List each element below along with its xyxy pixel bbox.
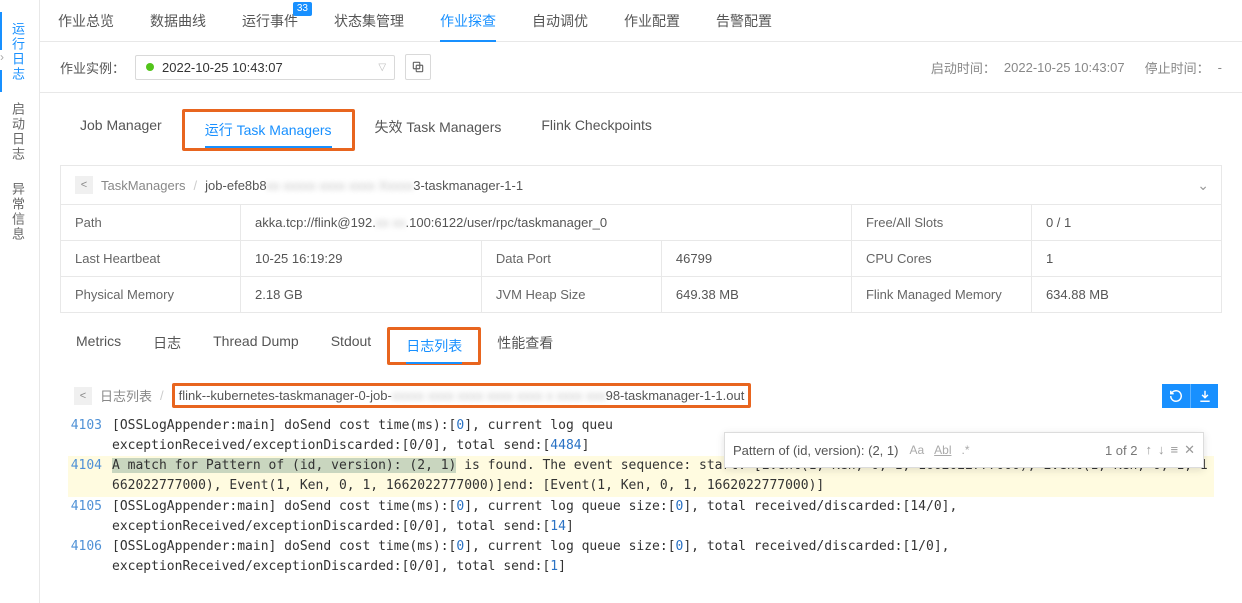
physmem-label: Physical Memory: [61, 277, 241, 313]
tab-curve[interactable]: 数据曲线: [132, 0, 224, 42]
breadcrumb-sep: /: [194, 178, 198, 193]
breadcrumb-current: job-efe8b8xx xxxxx xxxx xxxx Xxxxx3-task…: [205, 178, 523, 193]
tab-stateset[interactable]: 状态集管理: [316, 0, 422, 42]
search-word-toggle[interactable]: Abl: [931, 442, 954, 458]
instance-selected: 2022-10-25 10:43:07: [162, 60, 283, 75]
search-regex-toggle[interactable]: .*: [958, 442, 972, 458]
log-tabs: Metrics 日志 Thread Dump Stdout 日志列表 性能查看: [60, 327, 1222, 365]
tab-checkpoints[interactable]: Flink Checkpoints: [521, 109, 672, 151]
tab-running-tm[interactable]: 运行 Task Managers: [185, 112, 352, 148]
search-input[interactable]: Pattern of (id, version): (2, 1): [733, 443, 898, 458]
tab-inspect[interactable]: 作业探查: [422, 0, 514, 42]
sidebar: › 运行日志 启动日志 异常信息: [0, 0, 40, 603]
sidebar-item-exception[interactable]: 异常信息: [0, 172, 39, 252]
breadcrumb-parent[interactable]: TaskManagers: [101, 178, 186, 193]
search-menu-button[interactable]: ≡: [1171, 442, 1179, 458]
log-bc-sep: /: [160, 388, 164, 403]
tab-metrics[interactable]: Metrics: [60, 327, 137, 365]
start-time-value: 2022-10-25 10:43:07: [1004, 60, 1125, 75]
tab-stdout[interactable]: Stdout: [315, 327, 387, 365]
start-time-label: 启动时间：: [931, 58, 996, 77]
instance-select[interactable]: 2022-10-25 10:43:07 ▽: [135, 55, 395, 80]
tab-events-label: 运行事件: [242, 13, 298, 29]
heartbeat-label: Last Heartbeat: [61, 241, 241, 277]
instance-label: 作业实例：: [60, 58, 125, 77]
highlight-running-tm: 运行 Task Managers: [182, 109, 355, 151]
tm-breadcrumb: < TaskManagers / job-efe8b8xx xxxxx xxxx…: [60, 165, 1222, 205]
highlight-logfile: flink--kubernetes-taskmanager-0-job-xxxx…: [172, 383, 752, 408]
cpu-value: 1: [1031, 241, 1221, 277]
managed-value: 634.88 MB: [1031, 277, 1221, 313]
heartbeat-value: 10-25 16:19:29: [241, 241, 482, 277]
heap-value: 649.38 MB: [661, 277, 851, 313]
stop-time-value: -: [1218, 60, 1222, 75]
log-line: 4106 [OSSLogAppender:main] doSend cost t…: [68, 537, 1214, 577]
chevron-down-icon: ▽: [378, 62, 386, 73]
log-breadcrumb: < 日志列表 / flink--kubernetes-taskmanager-0…: [60, 375, 1222, 416]
log-bc-back-button[interactable]: <: [74, 387, 92, 405]
tab-events[interactable]: 运行事件 33: [224, 0, 316, 42]
top-tabs: 作业总览 数据曲线 运行事件 33 状态集管理 作业探查 自动调优 作业配置 告…: [40, 0, 1242, 42]
refresh-button[interactable]: [1162, 384, 1190, 408]
log-text: [OSSLogAppender:main] doSend cost time(m…: [112, 497, 1214, 537]
log-bc-current: flink--kubernetes-taskmanager-0-job-xxxx…: [179, 388, 745, 403]
download-icon: [1198, 389, 1212, 403]
dataport-label: Data Port: [481, 241, 661, 277]
tm-info-table: Path akka.tcp://flink@192.xx xx.100:6122…: [60, 204, 1222, 313]
tab-autotune[interactable]: 自动调优: [514, 0, 606, 42]
sidebar-toggle[interactable]: ›: [0, 50, 14, 70]
status-dot-icon: [146, 63, 154, 71]
search-prev-button[interactable]: ↑: [1146, 442, 1153, 458]
tab-job-manager[interactable]: Job Manager: [60, 109, 182, 151]
slots-label: Free/All Slots: [851, 205, 1031, 241]
log-bc-parent[interactable]: 日志列表: [100, 386, 152, 405]
search-next-button[interactable]: ↓: [1158, 442, 1165, 458]
refresh-icon: [1169, 389, 1183, 403]
search-bar: Pattern of (id, version): (2, 1) Aa Abl …: [724, 432, 1204, 468]
tab-overview[interactable]: 作业总览: [40, 0, 132, 42]
line-number: 4105: [68, 497, 112, 537]
tab-threaddump[interactable]: Thread Dump: [197, 327, 315, 365]
search-close-button[interactable]: ✕: [1184, 442, 1195, 458]
download-button[interactable]: [1190, 384, 1218, 408]
instance-bar: 作业实例： 2022-10-25 10:43:07 ▽ 启动时间： 2022-1…: [40, 42, 1242, 93]
line-number: 4104: [68, 456, 112, 496]
events-badge: 33: [293, 2, 312, 16]
dataport-value: 46799: [661, 241, 851, 277]
stop-time-label: 停止时间：: [1145, 58, 1210, 77]
log-line: 4105 [OSSLogAppender:main] doSend cost t…: [68, 497, 1214, 537]
tab-failed-tm[interactable]: 失效 Task Managers: [355, 109, 522, 151]
cpu-label: CPU Cores: [851, 241, 1031, 277]
physmem-value: 2.18 GB: [241, 277, 482, 313]
search-case-toggle[interactable]: Aa: [906, 442, 927, 458]
breadcrumb-back-button[interactable]: <: [75, 176, 93, 194]
copy-button[interactable]: [405, 54, 431, 80]
tab-config[interactable]: 作业配置: [606, 0, 698, 42]
slots-value: 0 / 1: [1031, 205, 1221, 241]
tab-loglist[interactable]: 日志列表: [390, 330, 478, 362]
tab-logs[interactable]: 日志: [137, 327, 197, 365]
expand-caret-icon[interactable]: ⌄: [1197, 177, 1209, 194]
sidebar-item-start-logs[interactable]: 启动日志: [0, 92, 39, 172]
line-number: 4103: [68, 416, 112, 456]
heap-label: JVM Heap Size: [481, 277, 661, 313]
log-text: [OSSLogAppender:main] doSend cost time(m…: [112, 537, 1214, 577]
path-value: akka.tcp://flink@192.xx xx.100:6122/user…: [241, 205, 852, 241]
line-number: 4106: [68, 537, 112, 577]
path-label: Path: [61, 205, 241, 241]
highlight-loglist: 日志列表: [387, 327, 481, 365]
tab-perf[interactable]: 性能查看: [481, 327, 569, 365]
tab-alert[interactable]: 告警配置: [698, 0, 790, 42]
sub-tabs: Job Manager 运行 Task Managers 失效 Task Man…: [60, 109, 1222, 151]
copy-icon: [411, 60, 425, 74]
managed-label: Flink Managed Memory: [851, 277, 1031, 313]
search-count: 1 of 2: [1105, 443, 1138, 458]
